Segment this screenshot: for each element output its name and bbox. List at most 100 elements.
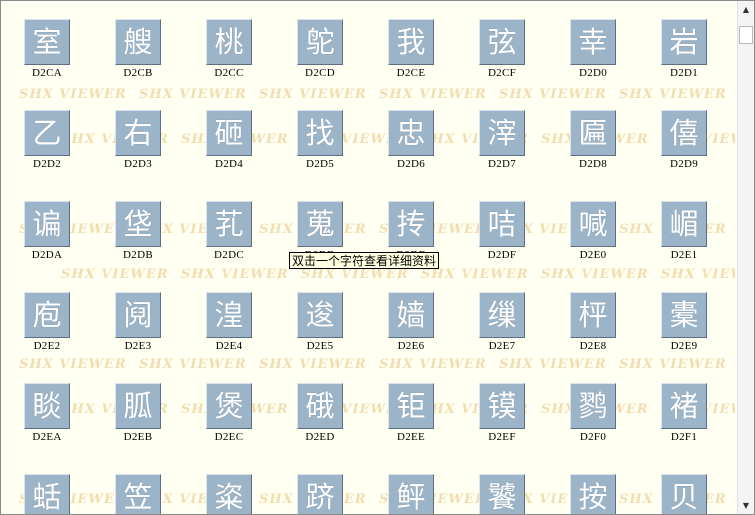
char-tile[interactable]: 我 [388,19,434,65]
char-tile[interactable]: 镆 [479,383,525,429]
char-tile[interactable]: 芤 [206,201,252,247]
char-cell[interactable]: 桃 D2CC [194,15,264,85]
char-tile[interactable]: 砸 [206,110,252,156]
char-cell[interactable]: 鲆 [376,470,446,514]
char-tile[interactable]: 跻 [297,474,343,514]
char-cell[interactable]: 庖 D2E2 [12,288,82,358]
scroll-down-button[interactable]: ▼ [738,497,754,514]
char-code-label: D2F0 [579,431,607,443]
char-tile[interactable]: 谝 [24,201,70,247]
char-cell[interactable]: 阋 D2E3 [103,288,173,358]
char-cell[interactable]: 睒 D2EA [12,379,82,449]
char-cell[interactable]: 鹨 D2F0 [558,379,628,449]
char-cell[interactable]: 我 D2CE [376,15,446,85]
char-tile[interactable]: 弦 [479,19,525,65]
char-cell[interactable]: 煲 D2EC [194,379,264,449]
char-tile[interactable]: 右 [115,110,161,156]
char-tile[interactable]: 找 [297,110,343,156]
char-cell[interactable]: 粢 [194,470,264,514]
char-tile[interactable]: 胍 [115,383,161,429]
char-tile[interactable]: 垡 [115,201,161,247]
char-tile[interactable]: 鹨 [570,383,616,429]
char-cell[interactable]: 枰 D2E8 [558,288,628,358]
char-cell[interactable]: 乙 D2D2 [12,106,82,176]
char-cell[interactable]: 幸 D2D0 [558,15,628,85]
char-tile[interactable]: 硪 [297,383,343,429]
char-cell[interactable]: 鸵 D2CD [285,15,355,85]
char-cell[interactable]: 忠 D2D6 [376,106,446,176]
char-cell[interactable]: 硪 D2ED [285,379,355,449]
char-cell[interactable]: 蛞 [12,470,82,514]
char-cell[interactable]: 垡 D2DB [103,197,173,267]
char-cell[interactable]: 滓 D2D7 [467,106,537,176]
char-tile[interactable]: 忠 [388,110,434,156]
char-cell[interactable]: 跻 [285,470,355,514]
char-tile[interactable]: 褚 [661,383,707,429]
char-tile[interactable]: 粢 [206,474,252,514]
char-cell[interactable]: 贝 [649,470,719,514]
char-cell[interactable]: 缫 D2E7 [467,288,537,358]
char-cell[interactable]: 镆 D2EF [467,379,537,449]
char-cell[interactable]: 室 D2CA [12,15,82,85]
char-cell[interactable]: 湟 D2E4 [194,288,264,358]
char-tile[interactable]: 缫 [479,292,525,338]
char-cell[interactable]: 匾 D2D8 [558,106,628,176]
char-tile[interactable]: 咭 [479,201,525,247]
char-cell[interactable]: 橐 D2E9 [649,288,719,358]
char-cell[interactable]: 笠 [103,470,173,514]
char-tile[interactable]: 睒 [24,383,70,429]
char-tile[interactable]: 幸 [570,19,616,65]
char-tile[interactable]: 桃 [206,19,252,65]
char-tile[interactable]: 岩 [661,19,707,65]
char-tile[interactable]: 贝 [661,474,707,514]
char-tile[interactable]: 嫱 [388,292,434,338]
scroll-up-button[interactable]: ▲ [738,1,754,18]
scroll-thumb[interactable] [739,26,753,44]
char-tile[interactable]: 饕 [479,474,525,514]
char-tile[interactable]: 室 [24,19,70,65]
char-cell[interactable]: 褚 D2F1 [649,379,719,449]
char-code-label: D2D6 [396,158,426,170]
char-tile[interactable]: 匾 [570,110,616,156]
char-tile[interactable]: 笠 [115,474,161,514]
char-tile[interactable]: 枰 [570,292,616,338]
char-cell[interactable]: 咭 D2DF [467,197,537,267]
char-cell[interactable]: 按 [558,470,628,514]
char-cell[interactable]: 嫱 D2E6 [376,288,446,358]
char-tile[interactable]: 抟 [388,201,434,247]
char-tile[interactable]: 湟 [206,292,252,338]
char-tile[interactable]: 按 [570,474,616,514]
char-cell[interactable]: 喊 D2E0 [558,197,628,267]
char-tile[interactable]: 庖 [24,292,70,338]
char-cell[interactable]: 胍 D2EB [103,379,173,449]
char-cell[interactable]: 岩 D2D1 [649,15,719,85]
char-cell[interactable]: 弦 D2CF [467,15,537,85]
char-cell[interactable]: 饕 [467,470,537,514]
char-tile[interactable]: 僖 [661,110,707,156]
char-tile[interactable]: 橐 [661,292,707,338]
char-tile[interactable]: 蛞 [24,474,70,514]
char-tile[interactable]: 逡 [297,292,343,338]
char-tile[interactable]: 滓 [479,110,525,156]
char-cell[interactable]: 找 D2D5 [285,106,355,176]
char-cell[interactable]: 艘 D2CB [103,15,173,85]
char-tile[interactable]: 鲆 [388,474,434,514]
char-tile[interactable]: 钜 [388,383,434,429]
char-tile[interactable]: 阋 [115,292,161,338]
char-cell[interactable]: 逡 D2E5 [285,288,355,358]
char-tile[interactable]: 煲 [206,383,252,429]
char-tile[interactable]: 嵋 [661,201,707,247]
char-tile[interactable]: 鸵 [297,19,343,65]
vertical-scrollbar[interactable]: ▲ ▼ [737,1,754,514]
char-cell[interactable]: 僖 D2D9 [649,106,719,176]
char-tile[interactable]: 乙 [24,110,70,156]
char-tile[interactable]: 喊 [570,201,616,247]
char-cell[interactable]: 嵋 D2E1 [649,197,719,267]
char-cell[interactable]: 钜 D2EE [376,379,446,449]
char-tile[interactable]: 蒐 [297,201,343,247]
char-cell[interactable]: 砸 D2D4 [194,106,264,176]
char-cell[interactable]: 谝 D2DA [12,197,82,267]
char-tile[interactable]: 艘 [115,19,161,65]
char-cell[interactable]: 右 D2D3 [103,106,173,176]
char-cell[interactable]: 芤 D2DC [194,197,264,267]
